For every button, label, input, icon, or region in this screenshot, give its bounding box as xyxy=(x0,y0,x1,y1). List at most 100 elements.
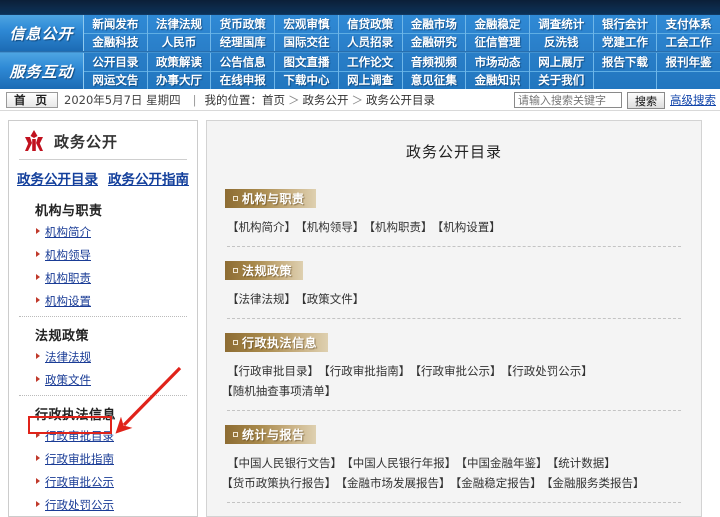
section-divider xyxy=(227,246,681,247)
home-button[interactable]: 首 页 xyxy=(6,91,59,108)
nav-column: 银行会计 党建工作 xyxy=(593,15,658,52)
section-badge-regulations: 法规政策 xyxy=(225,261,304,280)
nav-item-gonggaoxinxi[interactable]: 公告信息 xyxy=(211,53,275,72)
content-link-huobizhengcebaogao[interactable]: 【货币政策执行报告】 xyxy=(227,476,336,490)
nav-item-xinwenfabu[interactable]: 新闻发布 xyxy=(84,15,147,34)
nav-item-yinpinshipin[interactable]: 音频视频 xyxy=(402,53,466,72)
sidebar-tab-catalog[interactable]: 政务公开目录 xyxy=(17,168,98,188)
nav-item-zhifutixi[interactable]: 支付体系 xyxy=(657,15,720,34)
nav-item-baogaoxiazai[interactable]: 报告下载 xyxy=(593,53,657,72)
sidebar-item-falvfagui[interactable]: 法律法规 xyxy=(36,349,189,365)
nav-column: 工作论文 网上调查 xyxy=(338,53,403,90)
nav-item-wangshangzhanting[interactable]: 网上展厅 xyxy=(529,53,593,72)
nav-group-service: 服务互动 公开目录 网运文告 政策解读 办事大厅 公告信息 在线申报 图文直播 … xyxy=(0,53,720,89)
nav-item-jinrongzhishi[interactable]: 金融知识 xyxy=(466,72,529,90)
section-badge-statistics: 统计与报告 xyxy=(225,425,316,444)
nav-item-zhengcejiedu[interactable]: 政策解读 xyxy=(147,53,211,72)
sidebar-item-shenpimulu[interactable]: 行政审批目录 xyxy=(36,428,189,444)
sidebar-item-shenpigongshi[interactable]: 行政审批公示 xyxy=(36,474,189,490)
breadcrumb-separator: ＞ xyxy=(351,92,363,107)
nav-item-fanxiqian[interactable]: 反洗钱 xyxy=(530,34,593,52)
nav-item-dangjiangongzuo[interactable]: 党建工作 xyxy=(594,34,657,52)
search-button[interactable]: 搜索 xyxy=(627,91,665,109)
nav-item-guanyuwomen[interactable]: 关于我们 xyxy=(530,72,593,90)
content-link-jigoushezhi[interactable]: 【机构设置】 xyxy=(438,220,501,234)
nav-item-huobizhengce[interactable]: 货币政策 xyxy=(211,15,275,34)
badge-marker-icon xyxy=(233,432,238,437)
top-banner xyxy=(0,0,720,15)
sidebar-item-jigouzhize[interactable]: 机构职责 xyxy=(36,270,189,286)
nav-item-jingliguoku[interactable]: 经理国库 xyxy=(211,34,274,52)
page-title: 政务公开目录 xyxy=(405,143,502,161)
nav-item-renminbi[interactable]: 人民币 xyxy=(148,34,211,52)
content-link-jigouzhize[interactable]: 【机构职责】 xyxy=(369,220,432,234)
section-links-enforcement: 【行政审批目录】 【行政审批指南】 【行政审批公示】 【行政处罚公示】【随机抽查事项清… xyxy=(225,361,683,401)
nav-item-gonghuigongzuo[interactable]: 工会工作 xyxy=(657,34,720,52)
content-link-fuwuleibaogao[interactable]: 【金融服务类报告】 xyxy=(547,476,645,490)
nav-item-guojijiaowang[interactable]: 国际交往 xyxy=(275,34,338,52)
sidebar-item-jigoulingdao[interactable]: 机构领导 xyxy=(36,247,189,263)
sidebar-item-chufagongshi[interactable]: 行政处罚公示 xyxy=(36,497,189,513)
nav-item-baokannianjian[interactable]: 报刊年鉴 xyxy=(657,53,720,72)
content-section-organization: 机构与职责 【机构简介】 【机构领导】 【机构职责】 【机构设置】 xyxy=(207,186,701,247)
badge-marker-icon xyxy=(233,196,238,201)
content-link-suijichouchao[interactable]: 【随机抽查事项清单】 xyxy=(227,384,336,398)
content-link-zhengcewenjian[interactable]: 【政策文件】 xyxy=(301,292,364,306)
nav-item-yijianzhengji[interactable]: 意见征集 xyxy=(403,72,466,90)
breadcrumb-item-home[interactable]: 首页 xyxy=(262,93,285,107)
content-section-regulations: 法规政策 【法律法规】 【政策文件】 xyxy=(207,258,701,319)
nav-item-jinrongwending[interactable]: 金融稳定 xyxy=(466,15,529,34)
sidebar-item-shenpizhinan[interactable]: 行政审批指南 xyxy=(36,451,189,467)
section-badge-label: 行政执法信息 xyxy=(242,336,318,350)
nav-item-jinrongyanjiu[interactable]: 金融研究 xyxy=(403,34,466,52)
nav-column: 新闻发布 金融科技 xyxy=(84,15,148,51)
nav-item-xindaizhengce[interactable]: 信贷政策 xyxy=(338,15,402,34)
sidebar-section-organization: 机构与职责 机构简介 机构领导 机构职责 机构设置 xyxy=(9,200,197,309)
search-input[interactable] xyxy=(514,92,622,108)
brand-cell-service: 服务互动 xyxy=(0,53,84,89)
advanced-search-link[interactable]: 高级搜索 xyxy=(670,92,716,108)
nav-item-diaochatongji[interactable]: 调查统计 xyxy=(529,15,593,34)
content-link-pbocwengao[interactable]: 【中国人民银行文告】 xyxy=(227,456,342,470)
content-link-tongjishuju[interactable]: 【统计数据】 xyxy=(553,456,616,470)
sidebar-item-jigoushezhi[interactable]: 机构设置 xyxy=(36,293,189,309)
nav-item-zhengxinguanli[interactable]: 征信管理 xyxy=(466,34,529,52)
nav-item-hongguanshenshen[interactable]: 宏观审慎 xyxy=(275,15,338,34)
nav-item-gongkaimulu[interactable]: 公开目录 xyxy=(84,53,147,72)
content-link-shenpimulu[interactable]: 【行政审批目录】 xyxy=(227,364,319,378)
section-badge-enforcement: 行政执法信息 xyxy=(225,333,329,352)
content-link-shenpizhinan[interactable]: 【行政审批指南】 xyxy=(324,364,410,378)
sidebar: 政务公开 政务公开目录 政务公开指南 机构与职责 机构简介 机构领导 机构职责 … xyxy=(8,120,198,517)
nav-item-zaixianshenbao[interactable]: 在线申报 xyxy=(211,72,274,90)
section-badge-label: 法规政策 xyxy=(242,264,293,278)
nav-item-yinhangkuaiji[interactable]: 银行会计 xyxy=(593,15,657,34)
content-link-jigoujianjie[interactable]: 【机构简介】 xyxy=(227,220,296,234)
nav-item-gongzuolunwen[interactable]: 工作论文 xyxy=(338,53,402,72)
content-link-chufagongshi[interactable]: 【行政处罚公示】 xyxy=(507,364,593,378)
sidebar-item-jigoujianjie[interactable]: 机构简介 xyxy=(36,224,189,240)
content-link-jinrongnianjian[interactable]: 【中国金融年鉴】 xyxy=(461,456,547,470)
nav-item-jinrongkeji[interactable]: 金融科技 xyxy=(84,34,147,52)
nav-item-jinrongshichang[interactable]: 金融市场 xyxy=(402,15,466,34)
content-link-shichangfazhanbaogao[interactable]: 【金融市场发展报告】 xyxy=(341,476,450,490)
nav-item-renyuanzhaolu[interactable]: 人员招录 xyxy=(339,34,402,52)
nav-item-wangshangdiaocha[interactable]: 网上调查 xyxy=(339,72,402,90)
section-badge-label: 机构与职责 xyxy=(242,192,305,206)
content-link-falvfagui[interactable]: 【法律法规】 xyxy=(227,292,296,306)
content-link-pbocnianbao[interactable]: 【中国人民银行年报】 xyxy=(347,456,456,470)
content-link-jigoulingdao[interactable]: 【机构领导】 xyxy=(301,220,364,234)
nav-item-xiazaizhongxin[interactable]: 下载中心 xyxy=(275,72,338,90)
nav-item-tuwenzhibo[interactable]: 图文直播 xyxy=(275,53,338,72)
sidebar-tab-guide[interactable]: 政务公开指南 xyxy=(108,168,189,188)
page-body: 政务公开 政务公开目录 政务公开指南 机构与职责 机构简介 机构领导 机构职责 … xyxy=(0,112,720,517)
nav-column: 货币政策 经理国库 xyxy=(211,15,276,52)
content-link-wendingbaogao[interactable]: 【金融稳定报告】 xyxy=(456,476,542,490)
nav-item-falvfagui[interactable]: 法律法规 xyxy=(147,15,211,34)
nav-item-shichangdongtai[interactable]: 市场动态 xyxy=(466,53,529,72)
content-link-shenpigongshi[interactable]: 【行政审批公示】 xyxy=(415,364,501,378)
breadcrumb-item-affairs[interactable]: 政务公开 xyxy=(302,93,348,107)
nav-item-wangyunwengao[interactable]: 网运文告 xyxy=(84,72,147,90)
nav-item-banshidating[interactable]: 办事大厅 xyxy=(148,72,211,90)
nav-column: 法律法规 人民币 xyxy=(147,15,212,52)
sidebar-item-zhengcewenjian[interactable]: 政策文件 xyxy=(36,372,189,388)
